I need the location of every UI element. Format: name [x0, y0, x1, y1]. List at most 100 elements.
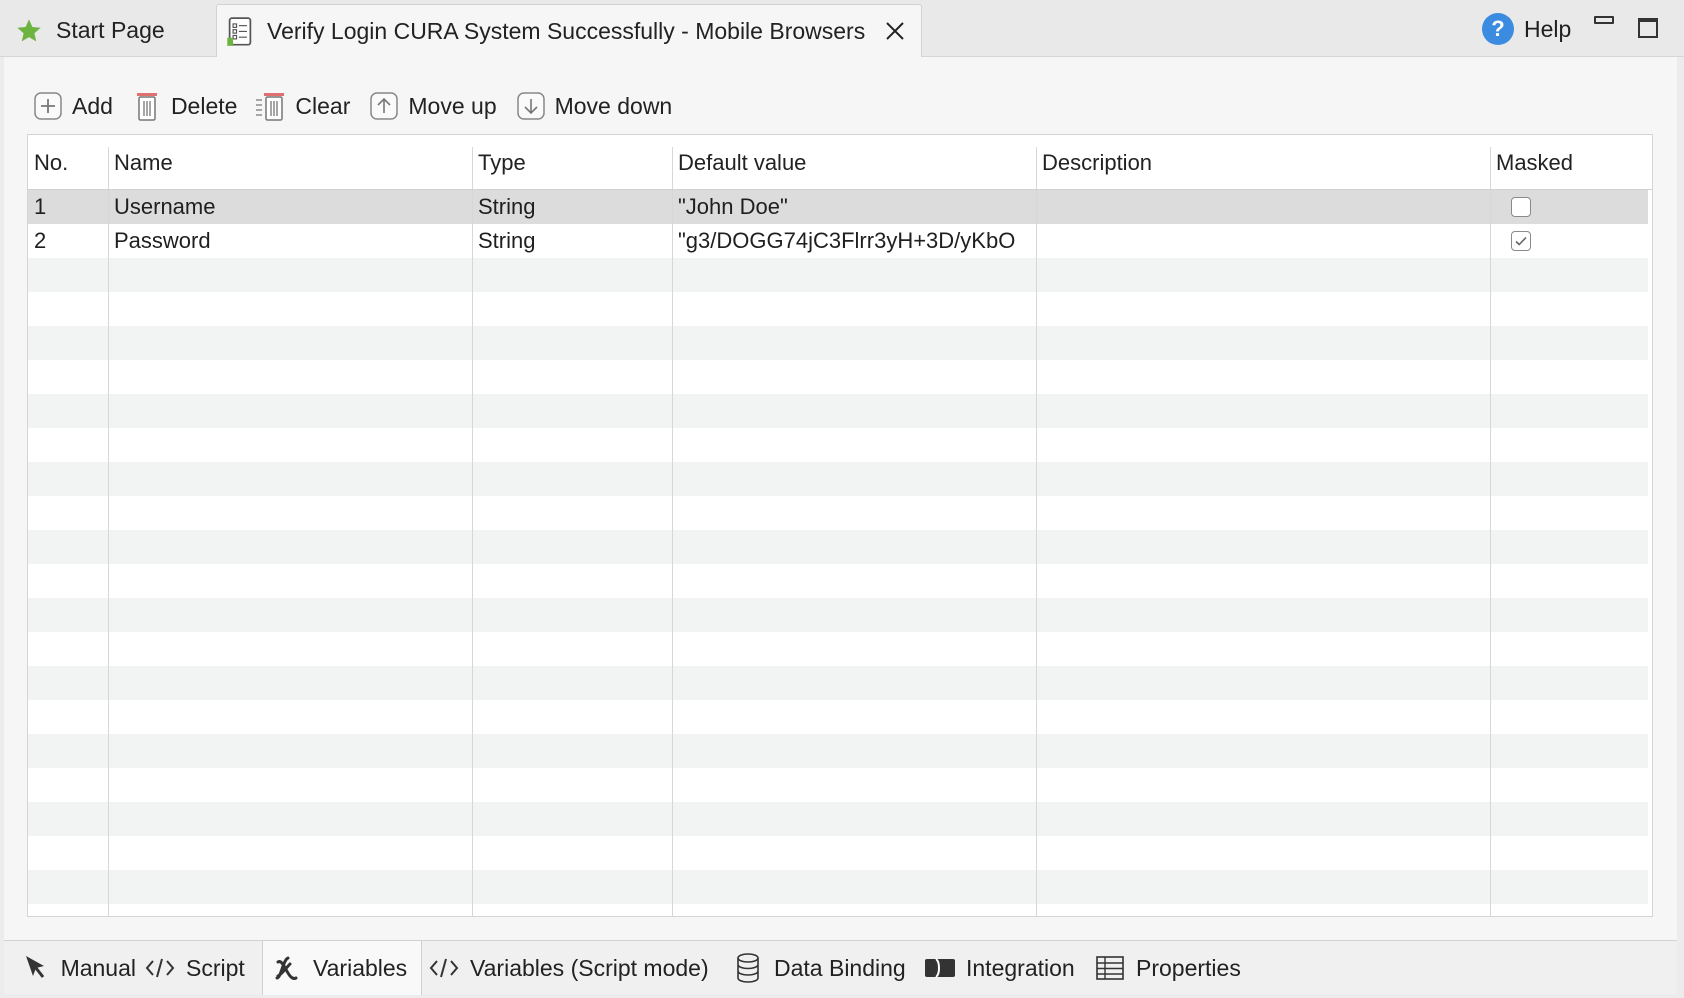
table-header: No. Name Type Default value Description …	[28, 135, 1652, 190]
table-row[interactable]: 1 Username String "John Doe"	[28, 190, 1648, 224]
close-icon[interactable]	[883, 19, 907, 43]
empty-row	[28, 904, 1648, 916]
variables-table: No. Name Type Default value Description …	[27, 134, 1653, 917]
properties-table-icon	[1094, 952, 1126, 984]
delete-label: Delete	[170, 92, 238, 119]
code-icon	[428, 952, 460, 984]
cell-default-value[interactable]: "John Doe"	[672, 190, 1036, 224]
database-icon	[732, 952, 764, 984]
tab-script[interactable]: Script	[144, 941, 260, 995]
column-grid-line	[108, 190, 109, 916]
column-grid-line	[1490, 190, 1491, 916]
column-divider[interactable]	[108, 147, 109, 189]
masked-checkbox[interactable]	[1511, 197, 1531, 217]
tab-manual[interactable]: Manual	[12, 941, 136, 995]
arrow-up-icon	[368, 90, 400, 122]
move-up-label: Move up	[408, 92, 497, 119]
tab-properties-label: Properties	[1136, 954, 1241, 981]
trash-icon	[131, 90, 163, 122]
tab-data-binding-label: Data Binding	[774, 954, 906, 981]
move-up-button[interactable]: Move up	[368, 90, 497, 122]
column-header-description[interactable]: Description	[1036, 135, 1490, 190]
arrow-down-icon	[515, 90, 547, 122]
tab-test-case-label: Verify Login CURA System Successfully - …	[267, 18, 866, 44]
table-body: 1 Username String "John Doe" 2 Password …	[28, 190, 1652, 916]
column-divider[interactable]	[1036, 147, 1037, 189]
tab-start-page-label: Start Page	[56, 17, 165, 43]
cell-name[interactable]: Password	[108, 224, 472, 258]
empty-row	[28, 564, 1648, 598]
clear-button[interactable]: Clear	[255, 90, 350, 122]
tab-integration[interactable]: Integration	[924, 941, 1090, 995]
empty-row	[28, 666, 1648, 700]
move-down-label: Move down	[554, 92, 673, 119]
cell-type[interactable]: String	[472, 224, 672, 258]
tab-data-binding[interactable]: Data Binding	[732, 941, 912, 995]
column-grid-line	[672, 190, 673, 916]
column-header-name[interactable]: Name	[108, 135, 472, 190]
clear-label: Clear	[295, 92, 351, 119]
integration-icon	[924, 952, 956, 984]
tab-manual-label: Manual	[60, 954, 136, 981]
help-label: Help	[1524, 15, 1572, 42]
add-label: Add	[72, 92, 113, 119]
plus-icon	[32, 90, 64, 122]
editor-mode-tabs: Manual Script Variables Variables (Scrip…	[4, 940, 1677, 995]
clear-trash-icon	[255, 90, 287, 122]
tab-variables[interactable]: Variables	[262, 941, 422, 995]
variables-toolbar: Add Delete Clear Move up Move down	[32, 85, 690, 127]
tab-script-label: Script	[186, 954, 245, 981]
table-row[interactable]: 2 Password String "g3/DOGG74jC3Flrr3yH+3…	[28, 224, 1648, 258]
tab-properties[interactable]: Properties	[1094, 941, 1254, 995]
add-button[interactable]: Add	[32, 90, 113, 122]
minimize-icon[interactable]	[1594, 16, 1614, 24]
cell-default-value[interactable]: "g3/DOGG74jC3Flrr3yH+3D/yKbO	[672, 224, 1036, 258]
move-down-button[interactable]: Move down	[515, 90, 673, 122]
empty-row	[28, 496, 1648, 530]
cursor-arrow-icon	[22, 952, 51, 984]
cell-no[interactable]: 2	[28, 224, 108, 258]
column-header-default-value[interactable]: Default value	[672, 135, 1036, 190]
cell-description[interactable]	[1036, 190, 1490, 224]
column-grid-line	[1036, 190, 1037, 916]
tab-variables-script-label: Variables (Script mode)	[470, 954, 709, 981]
column-divider[interactable]	[472, 147, 473, 189]
column-grid-line	[472, 190, 473, 916]
cell-description[interactable]	[1036, 224, 1490, 258]
empty-row	[28, 632, 1648, 666]
empty-row	[28, 292, 1648, 326]
cell-name[interactable]: Username	[108, 190, 472, 224]
tab-integration-label: Integration	[966, 954, 1075, 981]
empty-row	[28, 802, 1648, 836]
editor-tab-bar: Start Page Verify Login CURA System Succ…	[0, 0, 1684, 58]
empty-row	[28, 530, 1648, 564]
maximize-icon[interactable]	[1638, 18, 1658, 38]
column-header-no[interactable]: No.	[28, 135, 108, 190]
column-header-masked[interactable]: Masked	[1490, 135, 1650, 190]
column-divider[interactable]	[1490, 147, 1491, 189]
cell-type[interactable]: String	[472, 190, 672, 224]
column-divider[interactable]	[672, 147, 673, 189]
tab-test-case[interactable]: Verify Login CURA System Successfully - …	[216, 4, 922, 58]
empty-row	[28, 768, 1648, 802]
cell-masked[interactable]	[1490, 190, 1650, 224]
masked-checkbox-checked[interactable]	[1511, 231, 1531, 251]
empty-row	[28, 462, 1648, 496]
empty-row	[28, 700, 1648, 734]
empty-row	[28, 734, 1648, 768]
tab-variables-script-mode[interactable]: Variables (Script mode)	[428, 941, 728, 995]
help-icon: ?	[1482, 13, 1514, 45]
empty-row	[28, 870, 1648, 904]
column-header-type[interactable]: Type	[472, 135, 672, 190]
test-case-icon	[225, 16, 255, 47]
tab-variables-label: Variables	[313, 954, 408, 981]
help-button[interactable]: ? Help	[1482, 12, 1571, 46]
cell-masked[interactable]	[1490, 224, 1650, 258]
delete-button[interactable]: Delete	[131, 90, 237, 122]
cell-no[interactable]: 1	[28, 190, 108, 224]
empty-row	[28, 360, 1648, 394]
empty-row	[28, 428, 1648, 462]
tab-start-page[interactable]: Start Page	[4, 4, 210, 57]
empty-row	[28, 258, 1648, 292]
variable-x-icon	[271, 952, 303, 984]
